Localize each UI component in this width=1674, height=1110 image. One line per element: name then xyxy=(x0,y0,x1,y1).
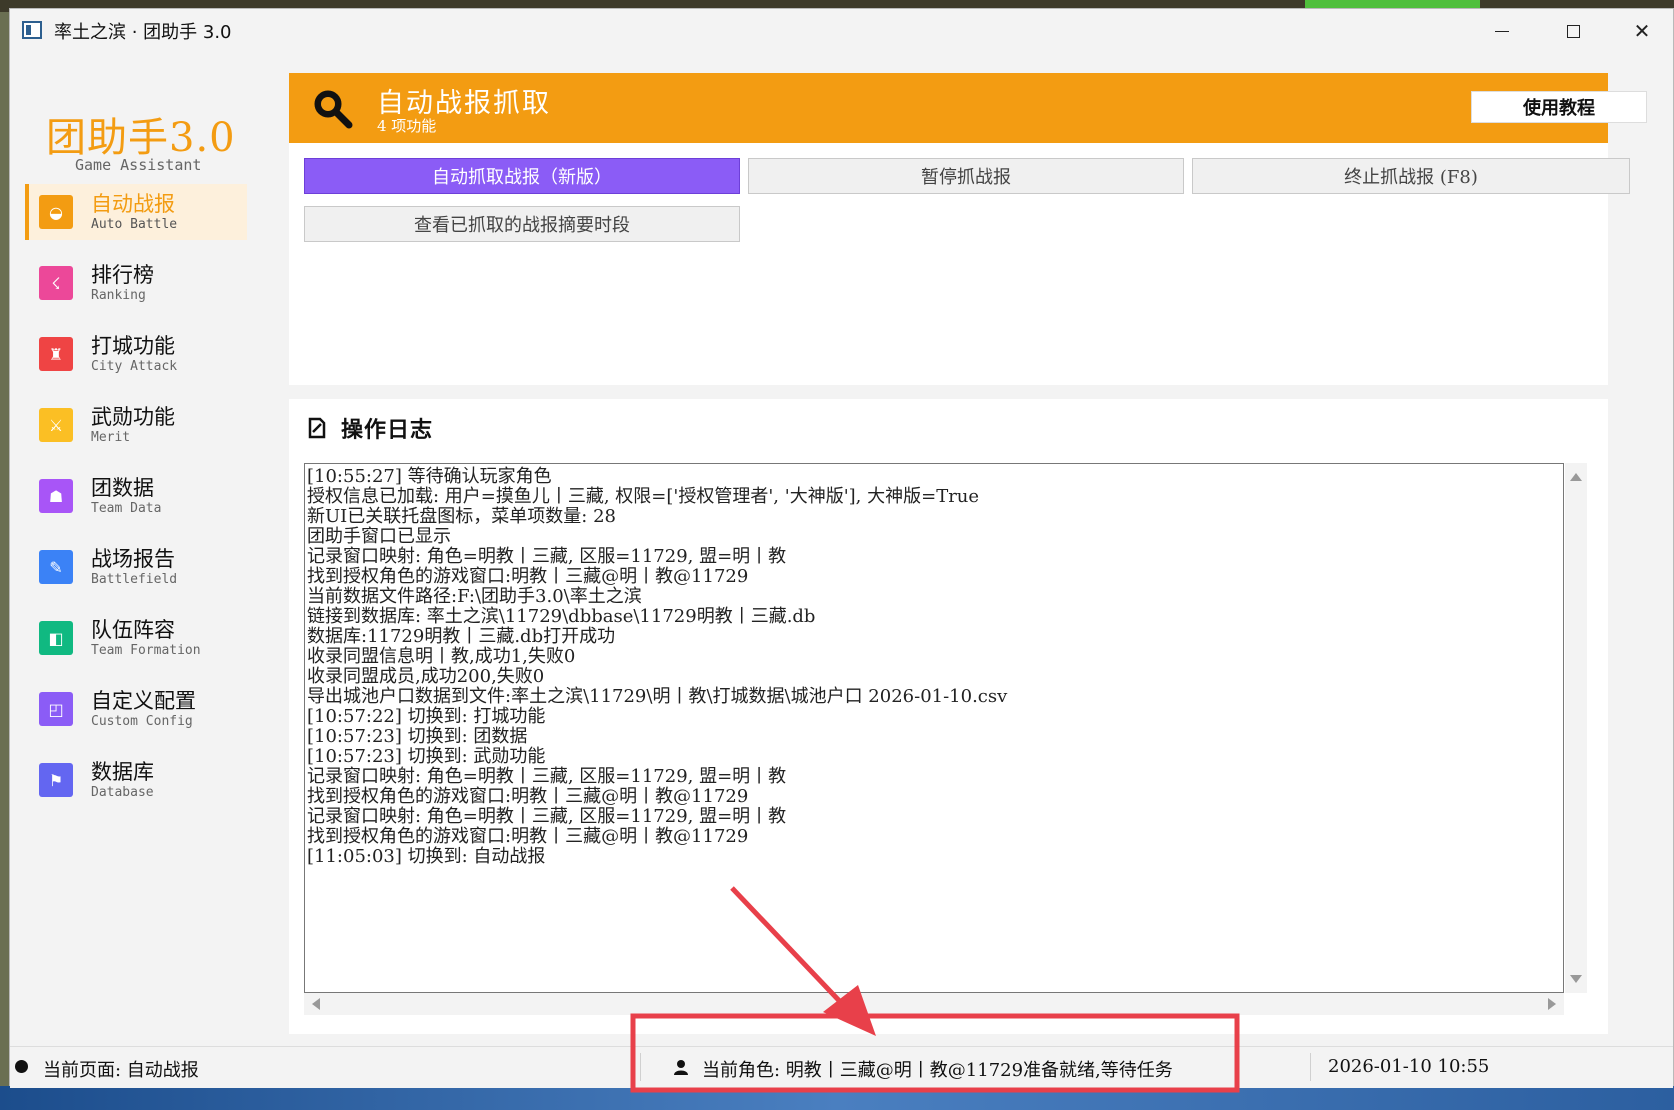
minimize-icon xyxy=(1495,30,1509,32)
sidebar-item-label: 排行榜 xyxy=(91,263,154,287)
sidebar-item-label: 数据库 xyxy=(91,760,154,784)
sidebar-item-label: 武勋功能 xyxy=(91,405,175,429)
sidebar-item-auto-battle[interactable]: ◒ 自动战报 Auto Battle xyxy=(25,184,247,240)
status-divider xyxy=(1310,1053,1311,1081)
app-icon xyxy=(22,21,42,39)
sidebar-item-ranking[interactable]: ☇ 排行榜 Ranking xyxy=(25,255,247,311)
maximize-button[interactable] xyxy=(1543,9,1603,53)
close-icon: ✕ xyxy=(1633,19,1651,43)
sidebar-item-sublabel: Battlefield xyxy=(91,572,178,587)
log-vertical-scrollbar[interactable] xyxy=(1565,463,1587,993)
log-title: 操作日志 xyxy=(341,417,434,443)
log-line: 找到授权角色的游戏窗口:明教丨三藏@明丨教@11729 xyxy=(307,826,749,847)
log-line: 当前数据文件路径:F:\团助手3.0\率土之滨 xyxy=(307,586,642,607)
stop-capture-button[interactable]: 终止抓战报 (F8) xyxy=(1192,158,1630,194)
scroll-down-arrow-icon[interactable] xyxy=(1570,975,1582,983)
log-line: 找到授权角色的游戏窗口:明教丨三藏@明丨教@11729 xyxy=(307,566,749,587)
log-panel: 操作日志 [10:55:27] 等待确认玩家角色 授权信息已加载: 用户=摸鱼儿丨… xyxy=(289,399,1608,1034)
log-textarea[interactable]: [10:55:27] 等待确认玩家角色 授权信息已加载: 用户=摸鱼儿丨三藏, 权… xyxy=(304,463,1564,993)
brand-subtitle: Game Assistant xyxy=(75,156,202,174)
log-line: 团助手窗口已显示 xyxy=(307,526,451,547)
sidebar-item-custom-config[interactable]: ◰ 自定义配置 Custom Config xyxy=(25,681,247,737)
status-indicator-icon xyxy=(15,1060,28,1073)
sidebar-item-label: 队伍阵容 xyxy=(91,618,175,642)
pause-capture-button[interactable]: 暂停抓战报 xyxy=(748,158,1184,194)
sidebar-item-label: 战场报告 xyxy=(91,547,175,571)
log-line: [10:57:23] 切换到: 团数据 xyxy=(307,726,528,747)
ranking-icon: ☇ xyxy=(39,266,73,300)
sidebar-item-city-attack[interactable]: ♜ 打城功能 City Attack xyxy=(25,326,247,382)
sidebar-item-sublabel: City Attack xyxy=(91,359,178,374)
view-summary-button[interactable]: 查看已抓取的战报摘要时段 xyxy=(304,206,740,242)
brand-title: 团助手3.0 xyxy=(46,115,236,161)
sidebar-item-label: 自动战报 xyxy=(91,192,175,216)
tutorial-button[interactable]: 使用教程 xyxy=(1471,91,1647,123)
pen-icon: ✎ xyxy=(39,550,73,584)
sidebar-item-label: 自定义配置 xyxy=(91,689,196,713)
sidebar-item-team-data[interactable]: ☗ 团数据 Team Data xyxy=(25,468,247,524)
log-line: 新UI已关联托盘图标，菜单项数量: 28 xyxy=(307,506,616,527)
log-line: 收录同盟信息明丨教,成功1,失败0 xyxy=(307,646,576,667)
log-line: 导出城池户口数据到文件:率土之滨\11729\明丨教\打城数据\城池户口 202… xyxy=(307,686,1008,707)
edit-icon xyxy=(308,417,326,439)
feature-count: 4 项功能 xyxy=(377,117,437,135)
app-window: 率土之滨 · 团助手 3.0 ✕ 团助手3.0 Game Assistant ◒… xyxy=(9,8,1674,1088)
sidebar-item-label: 团数据 xyxy=(91,476,154,500)
log-line: [10:57:23] 切换到: 武勋功能 xyxy=(307,746,546,767)
desktop-taskbar-strip xyxy=(0,1086,1674,1110)
status-current-role: 当前角色: 明教丨三藏@明丨教@11729准备就绪,等待任务 xyxy=(702,1060,1173,1081)
auto-capture-button[interactable]: 自动抓取战报（新版） xyxy=(304,158,740,194)
swords-icon: ⚔ xyxy=(39,408,73,442)
log-line: [10:57:22] 切换到: 打城功能 xyxy=(307,706,546,727)
status-current-page: 当前页面: 自动战报 xyxy=(43,1060,199,1081)
city-icon: ♜ xyxy=(39,337,73,371)
log-line: [11:05:03] 切换到: 自动战报 xyxy=(307,846,546,867)
search-icon xyxy=(314,90,353,129)
team-icon: ☗ xyxy=(39,479,73,513)
sidebar-item-sublabel: Team Data xyxy=(91,501,162,516)
log-line: 找到授权角色的游戏窗口:明教丨三藏@明丨教@11729 xyxy=(307,786,749,807)
log-line: 链接到数据库: 率土之滨\11729\dbbase\11729明教丨三藏.db xyxy=(307,606,816,627)
log-line: 记录窗口映射: 角色=明教丨三藏, 区服=11729, 盟=明丨教 xyxy=(307,806,787,827)
config-icon: ◰ xyxy=(39,692,73,726)
scroll-right-arrow-icon[interactable] xyxy=(1548,998,1556,1010)
log-horizontal-scrollbar[interactable] xyxy=(304,993,1564,1015)
close-button[interactable]: ✕ xyxy=(1612,9,1672,53)
status-divider xyxy=(640,1053,641,1081)
sidebar-item-team-formation[interactable]: ◧ 队伍阵容 Team Formation xyxy=(25,610,247,666)
sidebar-item-sublabel: Team Formation xyxy=(91,643,201,658)
sidebar-item-label: 打城功能 xyxy=(91,334,175,358)
log-line: 数据库:11729明教丨三藏.db打开成功 xyxy=(307,626,616,647)
maximize-icon xyxy=(1566,24,1580,38)
sidebar-item-battlefield[interactable]: ✎ 战场报告 Battlefield xyxy=(25,539,247,595)
user-icon xyxy=(674,1060,688,1075)
log-line: 收录同盟成员,成功200,失败0 xyxy=(307,666,545,687)
sidebar-item-sublabel: Auto Battle xyxy=(91,217,178,232)
minimize-button[interactable] xyxy=(1472,9,1532,53)
sidebar-item-sublabel: Database xyxy=(91,785,154,800)
log-line: [10:55:27] 等待确认玩家角色 xyxy=(307,466,552,487)
sidebar-item-sublabel: Merit xyxy=(91,430,131,445)
sidebar-item-merit[interactable]: ⚔ 武勋功能 Merit xyxy=(25,397,247,453)
log-header: 操作日志 xyxy=(307,413,433,443)
window-title: 率土之滨 · 团助手 3.0 xyxy=(54,22,232,43)
scroll-up-arrow-icon[interactable] xyxy=(1570,473,1582,481)
sidebar-item-sublabel: Custom Config xyxy=(91,714,193,729)
sidebar-item-database[interactable]: ⚑ 数据库 Database xyxy=(25,752,247,808)
sidebar-item-sublabel: Ranking xyxy=(91,288,146,303)
log-line: 授权信息已加载: 用户=摸鱼儿丨三藏, 权限=['授权管理者', '大神版'],… xyxy=(307,486,980,507)
formation-icon: ◧ xyxy=(39,621,73,655)
sidebar: 团助手3.0 Game Assistant ◒ 自动战报 Auto Battle ☇ 排… xyxy=(10,53,280,1038)
scroll-left-arrow-icon[interactable] xyxy=(312,998,320,1010)
log-line: 记录窗口映射: 角色=明教丨三藏, 区服=11729, 盟=明丨教 xyxy=(307,766,787,787)
feature-banner: 自动战报抓取 4 项功能 使用教程 xyxy=(289,73,1647,143)
feature-panel: 自动战报抓取 4 项功能 使用教程 自动抓取战报（新版） 暂停抓战报 终止抓战报… xyxy=(289,73,1647,385)
status-bar: 当前页面: 自动战报 当前角色: 明教丨三藏@明丨教@11729准备就绪,等待任… xyxy=(10,1046,1673,1088)
log-line: 记录窗口映射: 角色=明教丨三藏, 区服=11729, 盟=明丨教 xyxy=(307,546,787,567)
status-datetime: 2026-01-10 10:55 xyxy=(1328,1056,1490,1077)
title-bar[interactable]: 率土之滨 · 团助手 3.0 ✕ xyxy=(10,9,1673,53)
database-icon: ⚑ xyxy=(39,763,73,797)
camera-icon: ◒ xyxy=(39,195,73,229)
